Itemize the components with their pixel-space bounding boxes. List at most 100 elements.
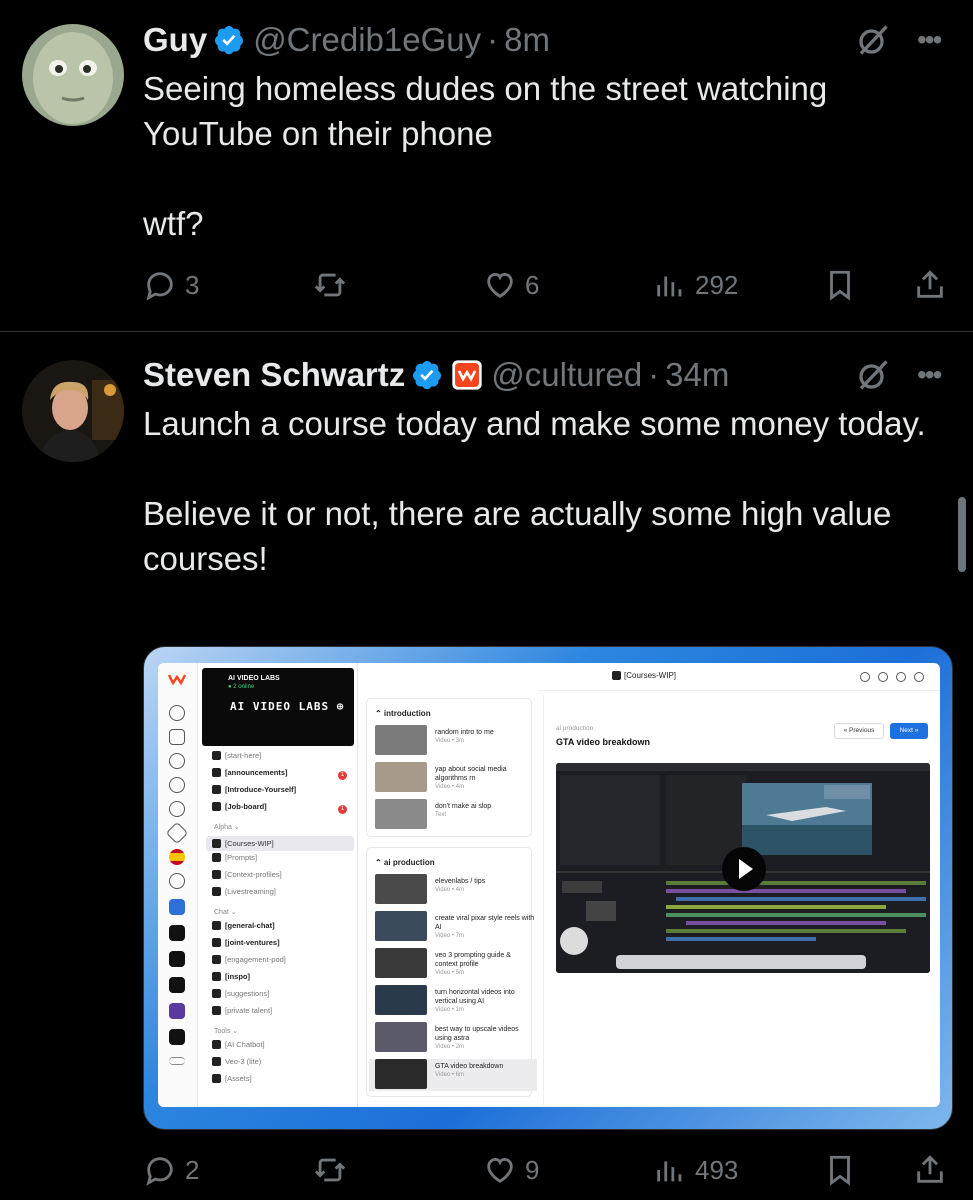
course-app-screenshot: AI VIDEO LABS ● 2 online AI VIDEO LABS ⊕… — [158, 663, 940, 1107]
bell-icon — [169, 777, 185, 793]
share-button[interactable] — [913, 263, 947, 307]
lesson-meta: Text — [435, 812, 447, 818]
lesson-thumbnail — [375, 762, 427, 792]
lesson-thumbnail — [375, 985, 427, 1015]
lesson-title: elevenlabs / tips — [435, 878, 486, 885]
info-icon — [860, 672, 870, 682]
home-icon — [169, 705, 185, 721]
channel-section-label: Chat ⌄ — [214, 908, 237, 916]
reply-button[interactable]: 3 — [143, 263, 199, 307]
lesson-view: ai production GTA video breakdown « Prev… — [543, 695, 935, 1105]
breadcrumb: [Courses-WIP] — [612, 671, 676, 680]
retweet-button[interactable] — [313, 263, 355, 307]
previous-button: « Previous — [834, 723, 884, 739]
flag-icon — [169, 849, 185, 865]
lesson-thumbnail — [375, 1059, 427, 1089]
lesson-title: don't make ai slop — [435, 803, 492, 810]
channel-item: [joint-ventures] — [212, 938, 280, 947]
handle[interactable]: @Credib1eGuy — [253, 20, 481, 60]
tweet[interactable]: Guy @Credib1eGuy · 8m ••• Seeing homeles… — [0, 0, 973, 332]
lesson-thumbnail — [375, 725, 427, 755]
handle[interactable]: @cultured — [491, 355, 642, 395]
more-options-icon[interactable]: ••• — [917, 361, 951, 401]
views-button[interactable]: 493 — [653, 1148, 738, 1192]
views-button[interactable]: 292 — [653, 263, 738, 307]
lesson-item: veo 3 prompting guide & context profile V… — [375, 948, 535, 980]
channel-label: [Introduce-Yourself] — [225, 785, 297, 794]
like-button[interactable]: 9 — [483, 1148, 539, 1192]
channel-list: AI VIDEO LABS ● 2 online AI VIDEO LABS ⊕… — [198, 663, 358, 1107]
app-icon — [169, 977, 185, 993]
more-options-icon[interactable]: ••• — [917, 26, 951, 66]
retweet-button[interactable] — [313, 1148, 355, 1192]
like-count: 9 — [525, 1154, 540, 1185]
lesson-meta: Video • 7m — [435, 933, 465, 939]
channel-item: [start-here] — [212, 751, 261, 760]
timestamp[interactable]: 34m — [665, 355, 729, 395]
grok-icon[interactable] — [855, 22, 891, 58]
lesson-title: GTA video breakdown — [556, 737, 651, 747]
lesson-list: ⌃ introduction random intro to me Video • … — [362, 663, 538, 1107]
lesson-item: random intro to me Video • 3m — [375, 725, 535, 757]
tweet-header: Steven Schwartz @cultured · 34m — [143, 355, 729, 395]
view-count: 493 — [695, 1154, 739, 1185]
grok-icon[interactable] — [855, 357, 891, 393]
channel-label: [AI Chatbot] — [225, 1040, 265, 1049]
display-name[interactable]: Guy — [143, 20, 207, 60]
media-image[interactable]: AI VIDEO LABS ● 2 online AI VIDEO LABS ⊕… — [143, 646, 953, 1130]
view-count: 292 — [695, 269, 739, 300]
channel-item: [Assets] — [212, 1074, 252, 1083]
top-bar: [Courses-WIP] — [538, 663, 940, 691]
bookmark-button[interactable] — [823, 1148, 857, 1192]
lesson-thumbnail — [375, 1022, 427, 1052]
lesson-title: veo 3 prompting guide & context profile — [435, 952, 511, 968]
timestamp[interactable]: 8m — [504, 20, 550, 60]
channel-label: [Courses-WIP] — [225, 839, 274, 848]
lesson-meta: Video • 3m — [435, 738, 465, 744]
reply-button[interactable]: 2 — [143, 1148, 199, 1192]
bookmark-button[interactable] — [823, 263, 857, 307]
channel-item: [Introduce-Yourself] — [212, 785, 296, 794]
tag-icon — [165, 821, 189, 845]
channel-label: [suggestions] — [225, 989, 270, 998]
app-icon — [169, 1029, 185, 1045]
lesson-thumbnail — [375, 948, 427, 978]
user-icon — [878, 672, 888, 682]
avatar[interactable] — [22, 24, 124, 126]
channel-label: Veo-3 (lite) — [225, 1057, 262, 1066]
channel-item: [Job-board] — [212, 802, 267, 811]
app-icon — [169, 925, 185, 941]
lesson-meta: Video • 4m — [435, 887, 465, 893]
lesson-thumbnail — [375, 874, 427, 904]
channel-section-label: Alpha ⌄ — [214, 823, 240, 831]
play-icon — [722, 847, 766, 891]
chat-icon — [169, 753, 185, 769]
channel-label: [Prompts] — [225, 853, 258, 862]
share-button[interactable] — [913, 1148, 947, 1192]
channel-label: [Assets] — [225, 1074, 252, 1083]
reply-count: 3 — [185, 269, 200, 300]
lesson-item: turn horizontal videos into vertical usi… — [375, 985, 535, 1017]
lesson-title: best way to upscale videos using astra — [435, 1026, 519, 1042]
like-button[interactable]: 6 — [483, 263, 539, 307]
course-section: ⌃ ai production elevenlabs / tips Video • … — [366, 847, 537, 1097]
bookmark-icon — [830, 270, 850, 301]
channel-label: Alpha ⌄ — [214, 824, 240, 831]
scrollbar-thumb[interactable] — [958, 497, 966, 572]
avatar[interactable] — [22, 360, 124, 462]
channel-label: Tools ⌄ — [214, 1028, 239, 1035]
tweet[interactable]: Steven Schwartz @cultured · 34m ••• Laun… — [0, 333, 973, 1200]
verified-badge-icon[interactable] — [213, 24, 245, 56]
server-name: AI VIDEO LABS — [228, 675, 280, 682]
channel-item: [engagement-pod] — [212, 955, 286, 964]
lesson-meta: Video • 5m — [435, 970, 465, 976]
lesson-meta: Video • 2m — [435, 1044, 465, 1050]
channel-label: [Context-profiles] — [225, 870, 282, 879]
display-name[interactable]: Steven Schwartz — [143, 355, 405, 395]
affiliate-badge-icon[interactable] — [451, 359, 483, 391]
channel-item: Veo-3 (lite) — [212, 1057, 261, 1066]
section-title: ⌃ introduction — [375, 709, 431, 718]
channel-item: [inspo] — [212, 972, 250, 981]
channel-item: [suggestions] — [212, 989, 269, 998]
verified-badge-icon[interactable] — [411, 359, 443, 391]
